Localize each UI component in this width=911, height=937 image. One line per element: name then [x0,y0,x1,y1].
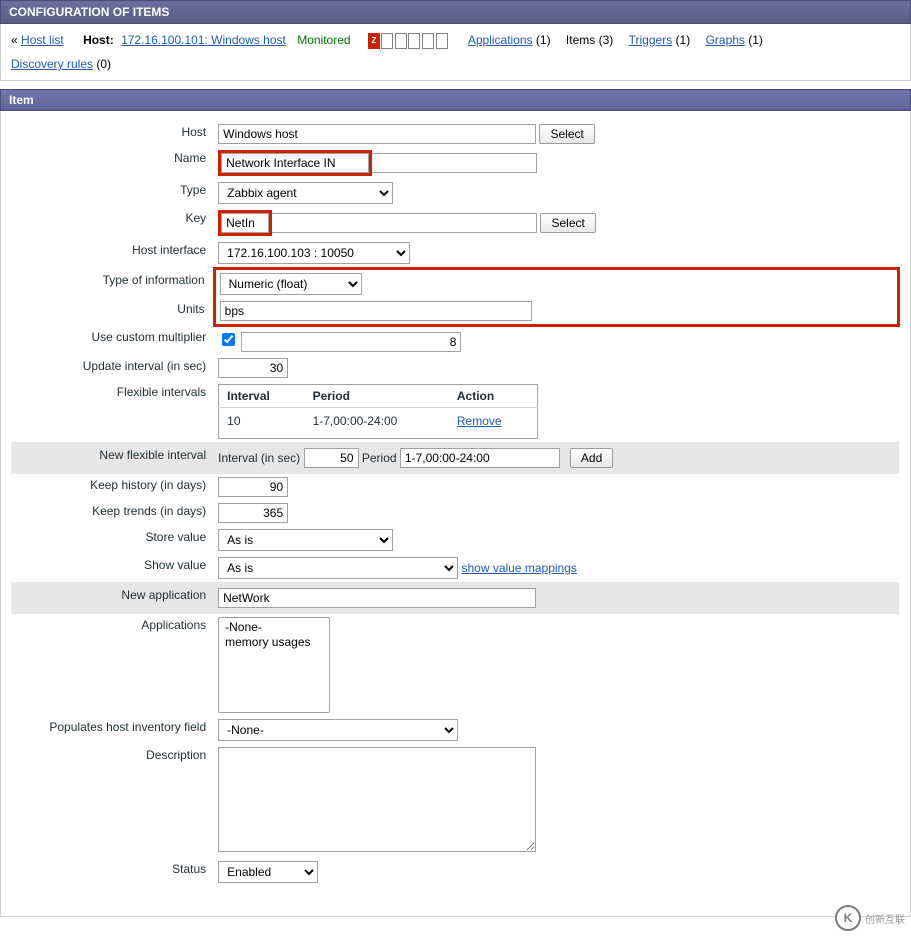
tag-group: Z [368,33,447,49]
cell-interval: 10 [219,408,305,439]
name-input[interactable] [221,153,369,173]
discovery-count: (0) [96,57,111,71]
host-list-link[interactable]: Host list [21,33,64,47]
label-store-value: Store value [145,530,206,544]
status-select[interactable]: Enabled [218,861,318,883]
discovery-rules-link[interactable]: Discovery rules [11,57,93,71]
applications-list[interactable]: -None- memory usages [218,617,330,713]
label-new-flexible-interval: New flexible interval [99,448,206,462]
section-title: Item [9,93,34,107]
new-application-input[interactable] [218,588,536,608]
update-interval-input[interactable] [218,358,288,378]
label-keep-trends: Keep trends (in days) [92,504,206,518]
item-form: Host Select Name Type Zabbix agent Key [11,121,900,886]
label-units: Units [177,302,204,316]
key-input[interactable] [221,213,269,233]
form-area: Host Select Name Type Zabbix agent Key [0,111,911,917]
label-update-interval: Update interval (in sec) [83,359,206,373]
label-show-value: Show value [144,558,206,572]
key-select-button[interactable]: Select [540,213,595,233]
applications-count: (1) [536,33,551,47]
graphs-link[interactable]: Graphs [706,33,745,47]
tag-2-icon[interactable] [381,33,393,49]
nfi-add-button[interactable]: Add [570,448,613,468]
show-value-select[interactable]: As is [218,557,458,579]
show-value-mappings-link[interactable]: show value mappings [461,561,576,575]
table-header-row: Interval Period Action [219,385,538,408]
col-action: Action [449,385,538,408]
multiplier-input[interactable] [241,332,461,352]
page-title-bar: CONFIGURATION OF ITEMS [0,0,911,24]
key-input-tail[interactable] [272,213,537,233]
type-select[interactable]: Zabbix agent [218,182,393,204]
label-type-of-information: Type of information [103,273,205,287]
name-input-tail[interactable] [372,153,537,173]
description-textarea[interactable] [218,747,536,852]
label-status: Status [172,862,206,876]
nfi-interval-input[interactable] [304,448,359,468]
triggers-link[interactable]: Triggers [629,33,673,47]
host-label: Host: [83,33,114,47]
page-title: CONFIGURATION OF ITEMS [9,5,169,19]
col-interval: Interval [219,385,305,408]
units-input[interactable] [220,301,532,321]
store-value-select[interactable]: As is [218,529,393,551]
label-key: Key [185,211,206,225]
back-arrow: « [11,33,18,47]
nfi-interval-label: Interval (in sec) [218,451,300,465]
keep-trends-input[interactable] [218,503,288,523]
items-link: Items [566,33,595,47]
applications-link[interactable]: Applications [468,33,533,47]
apps-option-memory: memory usages [223,635,325,650]
tag-5-icon[interactable] [422,33,434,49]
label-flexible-intervals: Flexible intervals [117,385,206,399]
items-count: (3) [599,33,614,47]
section-bar: Item [0,89,911,111]
label-keep-history: Keep history (in days) [90,478,206,492]
apps-option-none: -None- [223,620,325,635]
remove-link[interactable]: Remove [457,414,502,428]
host-input[interactable] [218,124,536,144]
nfi-period-input[interactable] [400,448,560,468]
flexible-intervals-table: Interval Period Action 10 1-7,00:00-24:0… [218,384,538,439]
triggers-count: (1) [676,33,691,47]
label-use-custom-multiplier: Use custom multiplier [91,330,206,344]
host-interface-select[interactable]: 172.16.100.103 : 10050 [218,242,410,264]
tag-z-icon[interactable]: Z [368,33,380,49]
label-name: Name [174,151,206,165]
graphs-count: (1) [748,33,763,47]
populates-inventory-select[interactable]: -None- [218,719,458,741]
host-select-button[interactable]: Select [539,124,594,144]
col-period: Period [305,385,449,408]
cell-period: 1-7,00:00-24:00 [305,408,449,439]
label-host: Host [181,125,206,139]
label-applications: Applications [141,618,206,632]
label-type: Type [180,183,206,197]
tag-3-icon[interactable] [395,33,407,49]
keep-history-input[interactable] [218,477,288,497]
use-custom-multiplier-checkbox[interactable] [222,333,235,346]
type-of-information-select[interactable]: Numeric (float) [220,273,362,295]
tag-6-icon[interactable] [436,33,448,49]
label-description: Description [146,748,206,762]
label-populates-inventory: Populates host inventory field [49,720,206,734]
table-row: 10 1-7,00:00-24:00 Remove [219,408,538,439]
tag-4-icon[interactable] [408,33,420,49]
host-link[interactable]: 172.16.100.101: Windows host [121,33,286,47]
nfi-period-label: Period [362,451,397,465]
monitored-status: Monitored [297,33,350,47]
label-new-application: New application [121,588,206,602]
label-host-interface: Host interface [132,243,206,257]
nav-strip: « Host list Host: 172.16.100.101: Window… [0,24,911,81]
